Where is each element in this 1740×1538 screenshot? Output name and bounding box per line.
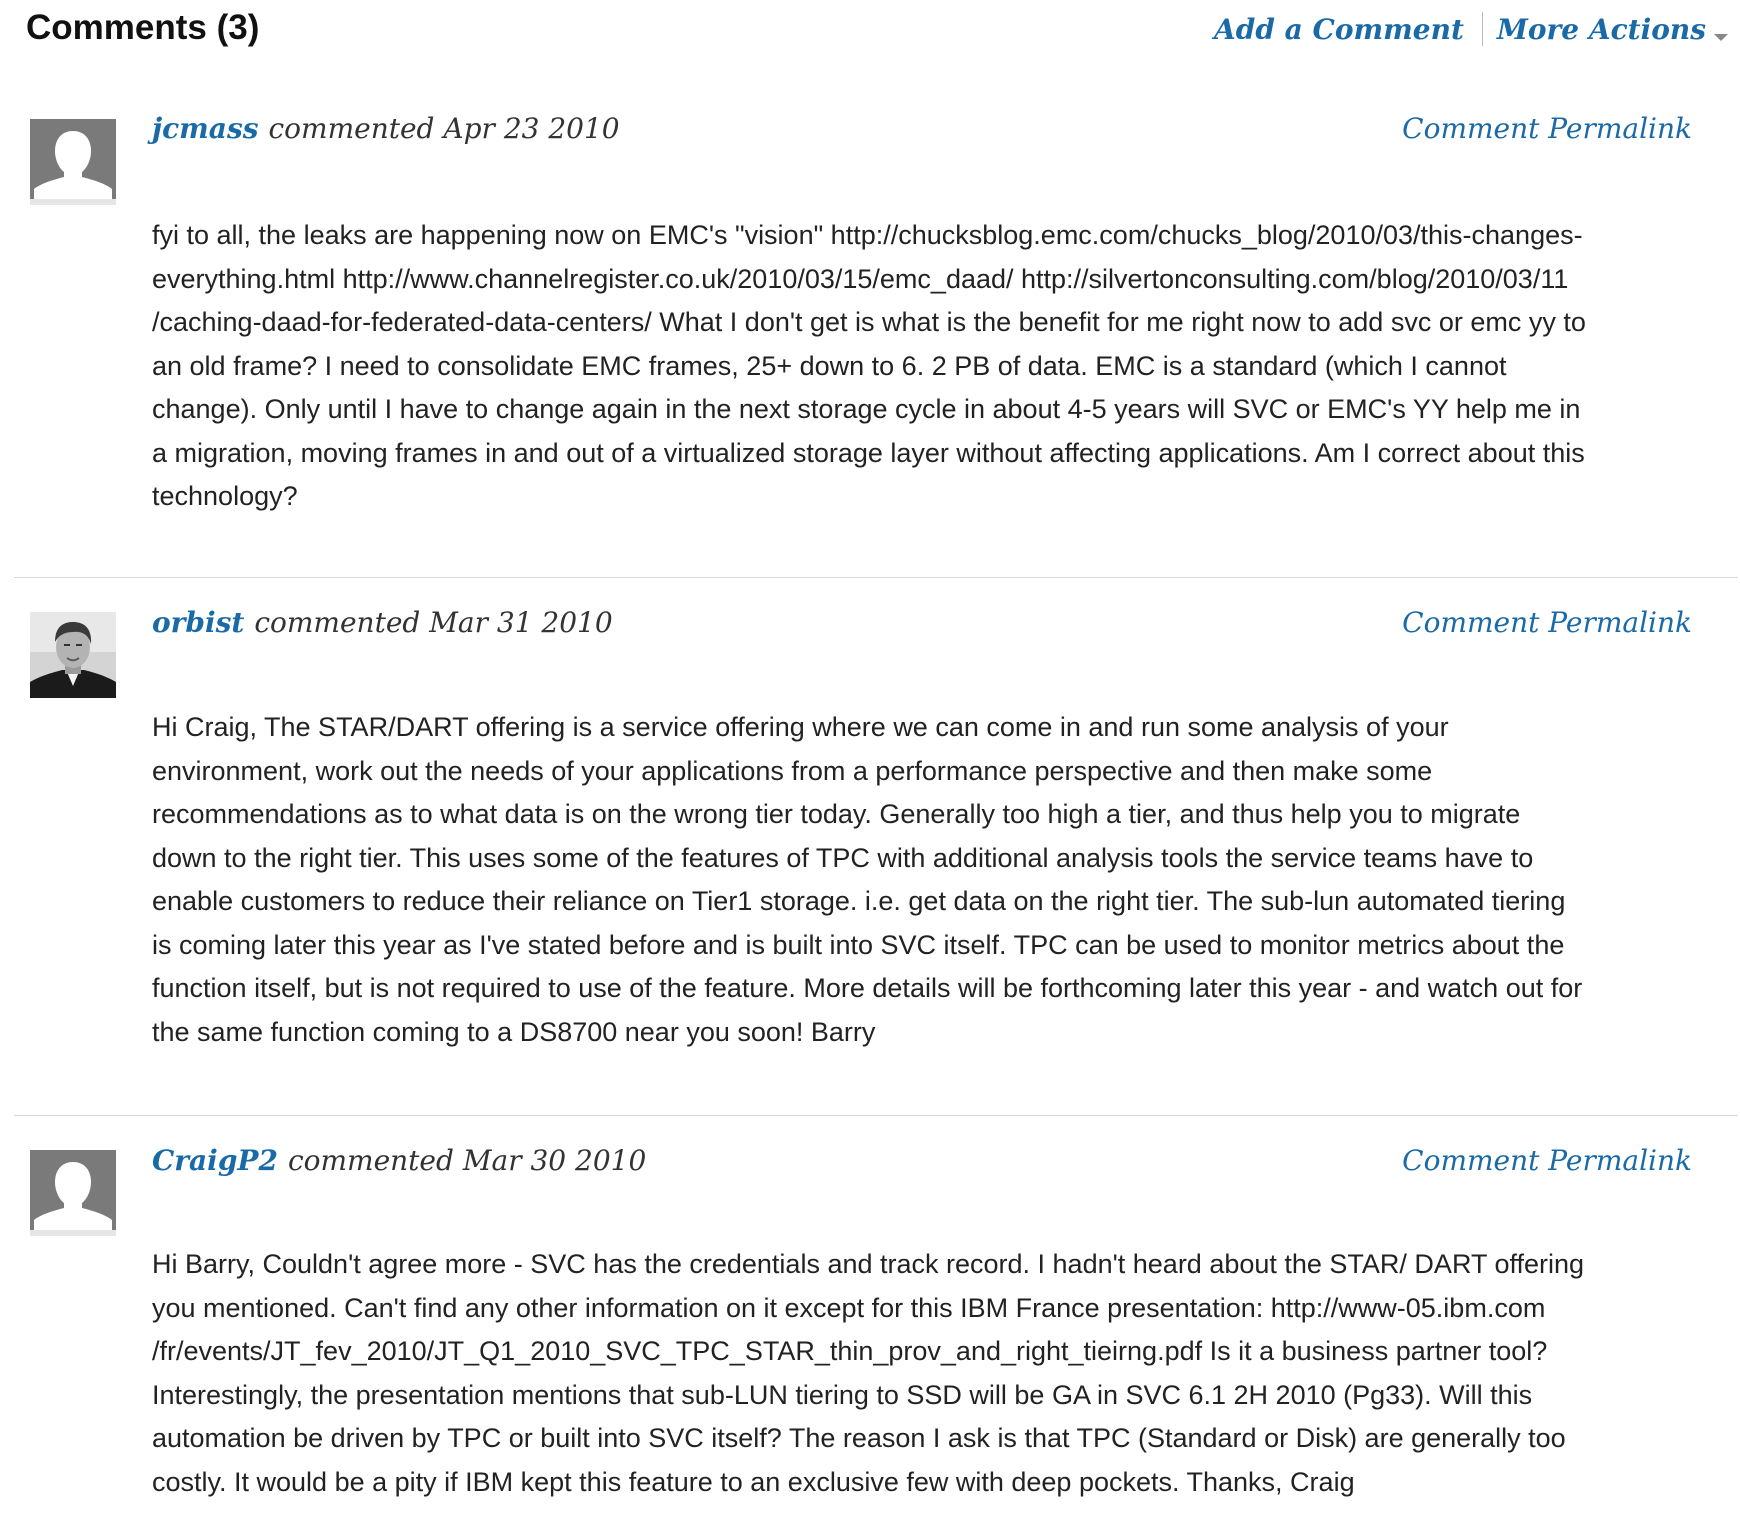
- user-photo[interactable]: [30, 612, 116, 698]
- add-comment-link[interactable]: Add a Comment: [1214, 13, 1464, 46]
- comments-title: Comments (3): [26, 8, 260, 47]
- comment-line: a migration, moving frames in and out of…: [152, 437, 1585, 468]
- comment-body: fyi to all, the leaks are happening now …: [152, 214, 1692, 519]
- comments-section: Comments (3) Add a Comment More Actions …: [0, 0, 1740, 1538]
- comment-permalink[interactable]: Comment Permalink: [1402, 606, 1692, 639]
- comment-meta: jcmass commented Apr 23 2010: [152, 112, 620, 145]
- header-actions: Add a Comment More Actions: [1214, 10, 1728, 48]
- comment-body: Hi Craig, The STAR/DART offering is a se…: [152, 706, 1692, 1054]
- default-avatar-icon[interactable]: [30, 119, 116, 205]
- comment-line: /caching-daad-for-federated-data-centers…: [152, 307, 1586, 337]
- comment-verb: commented: [254, 606, 421, 639]
- comment-line: technology?: [152, 481, 298, 511]
- comment-line: everything.html http://www.channelregist…: [152, 263, 1569, 294]
- comment-divider: [14, 1115, 1738, 1116]
- comment-permalink[interactable]: Comment Permalink: [1402, 112, 1692, 145]
- comment-line: down to the right tier. This uses some o…: [152, 842, 1534, 873]
- comment-date: Mar 31 2010: [429, 606, 613, 639]
- comment-line: Hi Barry, Couldn't agree more - SVC has …: [152, 1249, 1585, 1279]
- comment-date: Apr 23 2010: [443, 112, 620, 145]
- comment-meta: CraigP2 commented Mar 30 2010: [152, 1144, 646, 1177]
- comment-permalink[interactable]: Comment Permalink: [1402, 1144, 1692, 1177]
- comment-line: recommendations as to what data is on th…: [152, 799, 1521, 829]
- comment-line: Interestingly, the presentation mentions…: [152, 1379, 1533, 1410]
- comment-line: Hi Craig, The STAR/DART offering is a se…: [152, 712, 1449, 742]
- comment-line: function itself, but is not required to …: [152, 973, 1583, 1003]
- comment-verb: commented: [268, 112, 435, 145]
- more-actions-menu[interactable]: More Actions: [1497, 13, 1728, 46]
- comment-line: you mentioned. Can't find any other info…: [152, 1292, 1546, 1323]
- more-actions-label: More Actions: [1496, 12, 1706, 46]
- comment-line: enable customers to reduce their relianc…: [152, 886, 1566, 916]
- comment-line: automation be driven by TPC or built int…: [152, 1423, 1566, 1453]
- chevron-down-icon: [1714, 33, 1728, 41]
- comment-date: Mar 30 2010: [462, 1144, 647, 1177]
- comment-verb: commented: [287, 1144, 454, 1177]
- comment-line: an old frame? I need to consolidate EMC …: [152, 350, 1507, 381]
- comment-divider: [14, 577, 1738, 578]
- comment-line: environment, work out the needs of your …: [152, 755, 1433, 786]
- comment-author-link[interactable]: CraigP2: [152, 1144, 278, 1177]
- comment-line: change). Only until I have to change aga…: [152, 394, 1581, 424]
- comment-body: Hi Barry, Couldn't agree more - SVC has …: [152, 1243, 1692, 1504]
- comment-author-link[interactable]: jcmass: [152, 112, 258, 145]
- comment-line: the same function coming to a DS8700 nea…: [152, 1016, 876, 1047]
- comment-meta: orbist commented Mar 31 2010: [152, 606, 613, 639]
- comment-line: fyi to all, the leaks are happening now …: [152, 220, 1583, 250]
- comment-line: /fr/events/JT_fev_2010/JT_Q1_2010_SVC_TP…: [152, 1336, 1548, 1366]
- actions-separator: [1481, 12, 1483, 46]
- default-avatar-icon[interactable]: [30, 1150, 116, 1236]
- comment-line: costly. It would be a pity if IBM kept t…: [152, 1466, 1355, 1497]
- comment-author-link[interactable]: orbist: [152, 606, 244, 639]
- comment-line: is coming later this year as I've stated…: [152, 929, 1565, 960]
